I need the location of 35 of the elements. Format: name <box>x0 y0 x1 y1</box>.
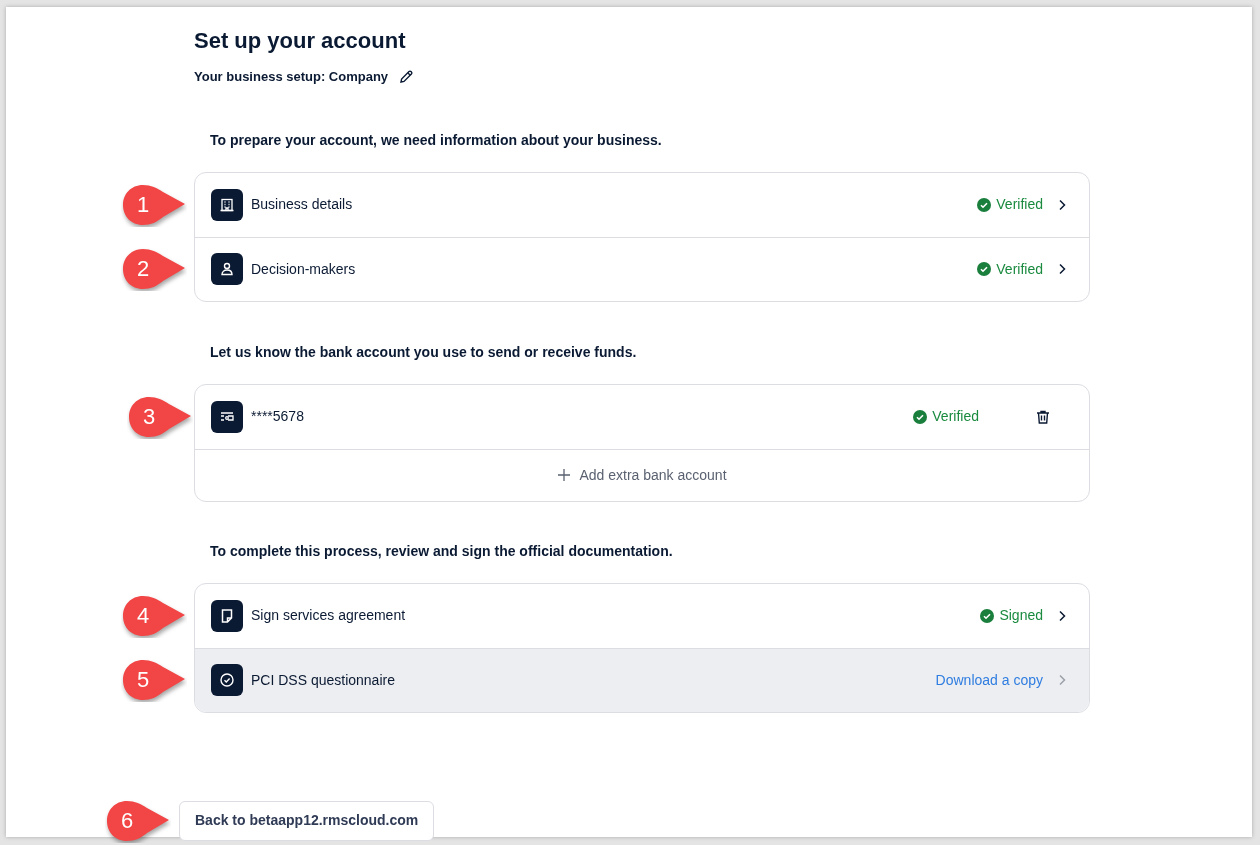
trash-icon[interactable] <box>1035 408 1051 425</box>
status-badge: Verified <box>977 194 1043 215</box>
card-icon <box>211 400 243 433</box>
row-label: Business details <box>251 195 354 214</box>
callout-marker: 3 <box>127 394 193 439</box>
status-badge: Verified <box>913 406 979 427</box>
person-icon <box>211 253 243 285</box>
add-bank-account-button[interactable]: Add extra bank account <box>195 448 1089 501</box>
edit-icon[interactable] <box>398 68 415 85</box>
back-button[interactable]: Back to betaapp12.rmscloud.com <box>179 800 435 841</box>
plus-icon <box>557 468 572 482</box>
list-row[interactable]: Business details Verified <box>195 172 1089 237</box>
section-heading: To prepare your account, we need information about your business. <box>210 130 663 150</box>
callout-marker: 2 <box>121 246 187 291</box>
list-row[interactable]: Sign services agreement Signed <box>195 583 1089 648</box>
callout-marker: 4 <box>121 593 187 638</box>
row-label: Sign services agreement <box>251 606 407 625</box>
document-icon <box>211 599 243 632</box>
list-row[interactable]: PCI DSS questionnaire Download a copy <box>195 647 1089 712</box>
page-title: Set up your account <box>194 27 407 55</box>
row-label: ****5678 <box>251 407 305 426</box>
building-icon <box>211 188 243 221</box>
row-label: PCI DSS questionnaire <box>251 670 396 690</box>
list-row[interactable]: Decision-makers Verified <box>195 236 1089 301</box>
callout-marker: 1 <box>121 182 187 227</box>
section-heading: Let us know the bank account you use to send or receive funds. <box>210 342 638 362</box>
row-label: Decision-makers <box>251 259 357 279</box>
download-link[interactable]: Download a copy <box>935 669 1043 691</box>
callout-marker: 5 <box>121 657 187 702</box>
list-row[interactable]: ****5678 Verified <box>195 384 1089 449</box>
status-badge: Verified <box>977 258 1043 280</box>
callout-marker: 6 <box>105 798 171 843</box>
business-setup-label: Your business setup: Company <box>194 68 389 86</box>
status-badge: Signed <box>980 605 1043 626</box>
section-heading: To complete this process, review and sign the official documentation. <box>210 541 674 561</box>
